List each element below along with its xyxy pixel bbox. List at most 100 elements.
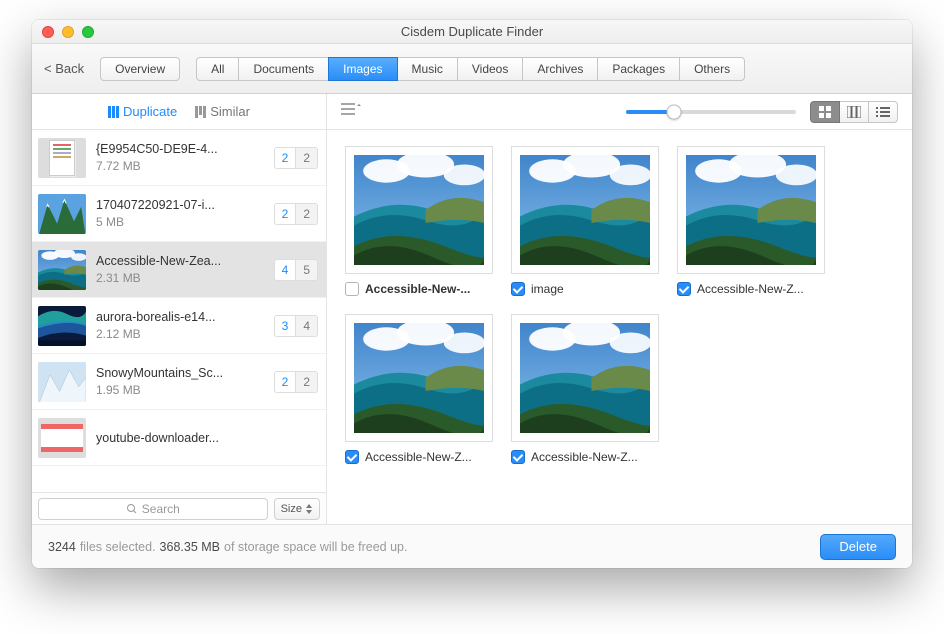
sidebar-footer: Search Size — [32, 492, 326, 524]
sidebar-mode-tabs: Duplicate Similar — [32, 94, 326, 130]
row-meta: SnowyMountains_Sc... 1.95 MB — [96, 366, 264, 397]
status-count: 3244 — [48, 540, 76, 554]
row-filename: youtube-downloader... — [96, 431, 318, 445]
toolbar: < Back Overview AllDocumentsImagesMusicV… — [32, 44, 912, 94]
sort-label: Size — [281, 503, 302, 515]
row-selected-count: 2 — [274, 371, 297, 393]
row-size: 2.31 MB — [96, 271, 264, 285]
row-size: 5 MB — [96, 215, 264, 229]
tab-all[interactable]: All — [196, 57, 239, 81]
card-caption: image — [511, 282, 659, 296]
row-meta: youtube-downloader... — [96, 431, 318, 445]
thumbnail-card[interactable]: image — [511, 146, 659, 296]
card-checkbox[interactable] — [345, 450, 359, 464]
row-selected-count: 2 — [274, 203, 297, 225]
row-counts: 34 — [274, 315, 318, 337]
row-total-count: 2 — [296, 147, 318, 169]
tab-videos[interactable]: Videos — [457, 57, 523, 81]
list-item[interactable]: aurora-borealis-e14... 2.12 MB 34 — [32, 298, 326, 354]
sidebar: Duplicate Similar {E9954C50-DE9E-4... 7.7… — [32, 94, 327, 524]
card-checkbox[interactable] — [511, 450, 525, 464]
statusbar: 3244 files selected. 368.35 MB of storag… — [32, 524, 912, 568]
thumbnail-card[interactable]: Accessible-New-Z... — [677, 146, 825, 296]
card-frame — [511, 146, 659, 274]
search-input[interactable]: Search — [38, 498, 268, 520]
back-button[interactable]: < Back — [44, 61, 84, 76]
card-frame — [345, 146, 493, 274]
row-filename: Accessible-New-Zea... — [96, 254, 264, 268]
tab-archives[interactable]: Archives — [522, 57, 598, 81]
row-filename: 170407220921-07-i... — [96, 198, 264, 212]
tab-documents[interactable]: Documents — [238, 57, 329, 81]
row-total-count: 2 — [296, 203, 318, 225]
row-counts: 22 — [274, 203, 318, 225]
row-meta: 170407220921-07-i... 5 MB — [96, 198, 264, 229]
row-selected-count: 4 — [274, 259, 297, 281]
thumbnail-card[interactable]: Accessible-New-Z... — [345, 314, 493, 464]
tab-images[interactable]: Images — [328, 57, 397, 81]
thumbnail-size-slider[interactable] — [626, 110, 796, 114]
row-total-count: 5 — [296, 259, 318, 281]
thumbnail-card[interactable]: Accessible-New-... — [345, 146, 493, 296]
card-caption: Accessible-New-Z... — [511, 450, 659, 464]
list-item[interactable]: 170407220921-07-i... 5 MB 22 — [32, 186, 326, 242]
window-title: Cisdem Duplicate Finder — [32, 24, 912, 39]
row-filename: SnowyMountains_Sc... — [96, 366, 264, 380]
row-thumbnail — [38, 194, 86, 234]
duplicate-group-list[interactable]: {E9954C50-DE9E-4...7.72 MB22170407220921… — [32, 130, 326, 492]
row-counts: 22 — [274, 371, 318, 393]
row-size: 1.95 MB — [96, 383, 264, 397]
view-list-button[interactable] — [868, 101, 898, 123]
card-caption: Accessible-New-Z... — [345, 450, 493, 464]
sort-arrows-icon — [305, 504, 313, 514]
duplicate-icon — [108, 106, 119, 118]
list-item[interactable]: SnowyMountains_Sc... 1.95 MB 22 — [32, 354, 326, 410]
card-frame — [677, 146, 825, 274]
delete-button[interactable]: Delete — [820, 534, 896, 560]
tab-music[interactable]: Music — [397, 57, 458, 81]
content: Duplicate Similar {E9954C50-DE9E-4... 7.7… — [32, 94, 912, 524]
row-meta: {E9954C50-DE9E-4... 7.72 MB — [96, 142, 264, 173]
card-filename: image — [531, 282, 564, 296]
row-filename: aurora-borealis-e14... — [96, 310, 264, 324]
card-checkbox[interactable] — [345, 282, 359, 296]
tab-duplicate-label: Duplicate — [123, 104, 177, 119]
similar-icon — [195, 106, 206, 118]
list-item[interactable]: youtube-downloader... — [32, 410, 326, 466]
row-thumbnail — [38, 362, 86, 402]
status-text1: files selected. — [80, 540, 156, 554]
view-columns-button[interactable] — [839, 101, 869, 123]
row-meta: Accessible-New-Zea... 2.31 MB — [96, 254, 264, 285]
row-total-count: 2 — [296, 371, 318, 393]
thumbnail-card[interactable]: Accessible-New-Z... — [511, 314, 659, 464]
row-size: 2.12 MB — [96, 327, 264, 341]
tab-packages[interactable]: Packages — [597, 57, 680, 81]
row-filename: {E9954C50-DE9E-4... — [96, 142, 264, 156]
tab-others[interactable]: Others — [679, 57, 745, 81]
row-size: 7.72 MB — [96, 159, 264, 173]
select-menu-button[interactable] — [341, 102, 361, 121]
status-text2: of storage space will be freed up. — [224, 540, 407, 554]
list-item[interactable]: {E9954C50-DE9E-4... 7.72 MB 22 — [32, 130, 326, 186]
overview-button[interactable]: Overview — [100, 57, 180, 81]
card-frame — [345, 314, 493, 442]
view-grid-button[interactable] — [810, 101, 840, 123]
search-placeholder: Search — [142, 502, 180, 516]
tab-similar[interactable]: Similar — [195, 104, 250, 119]
list-item[interactable]: Accessible-New-Zea... 2.31 MB 45 — [32, 242, 326, 298]
card-caption: Accessible-New-Z... — [677, 282, 825, 296]
app-window: Cisdem Duplicate Finder < Back Overview … — [32, 20, 912, 568]
card-frame — [511, 314, 659, 442]
card-checkbox[interactable] — [511, 282, 525, 296]
row-thumbnail — [38, 418, 86, 458]
tab-duplicate[interactable]: Duplicate — [108, 104, 177, 119]
row-counts: 22 — [274, 147, 318, 169]
row-meta: aurora-borealis-e14... 2.12 MB — [96, 310, 264, 341]
row-total-count: 4 — [296, 315, 318, 337]
card-caption: Accessible-New-... — [345, 282, 493, 296]
sort-button[interactable]: Size — [274, 498, 320, 520]
main-toolbar — [327, 94, 912, 130]
card-checkbox[interactable] — [677, 282, 691, 296]
row-selected-count: 3 — [274, 315, 297, 337]
card-filename: Accessible-New-... — [365, 282, 470, 296]
